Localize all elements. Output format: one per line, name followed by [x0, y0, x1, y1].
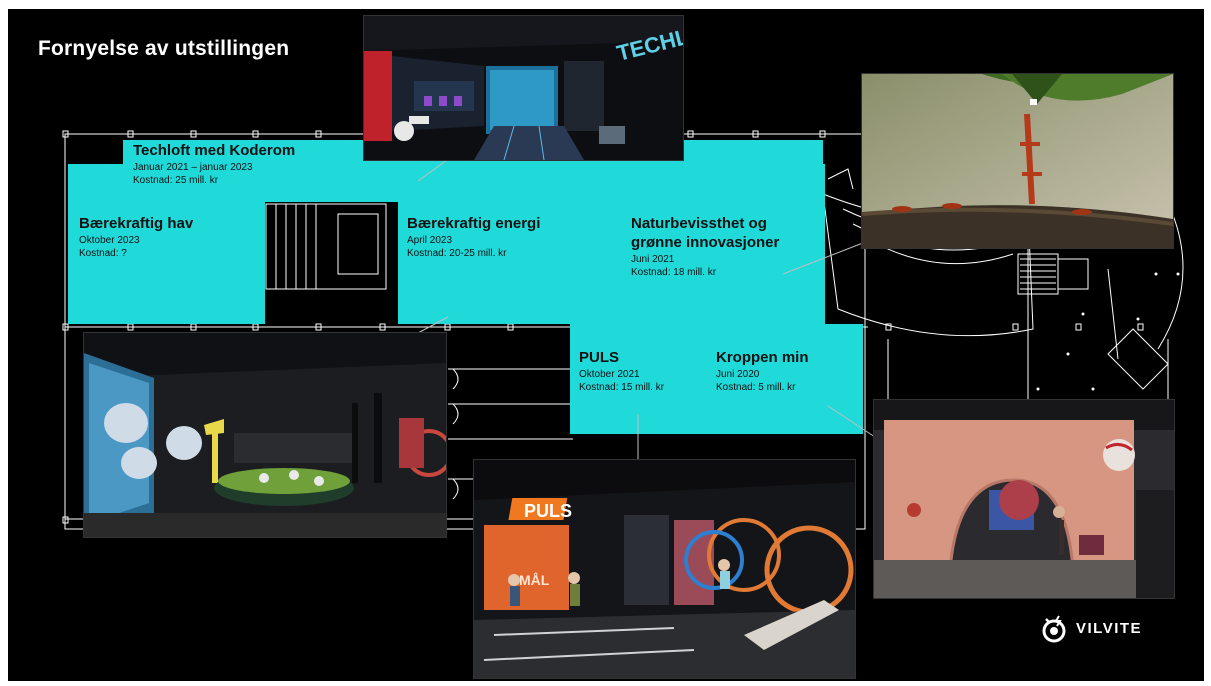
slide-title: Fornyelse av utstillingen	[38, 37, 290, 60]
photo-baerekraftig-hav	[83, 332, 447, 538]
vilvite-logo: VILVITE	[1040, 613, 1142, 643]
ants-photo	[862, 74, 1173, 248]
photo-puls: PULS MÅL	[473, 459, 856, 679]
vilvite-logo-icon	[1042, 615, 1066, 643]
vilvite-logo-text: VILVITE	[1076, 619, 1143, 637]
photo-kroppen-min	[873, 399, 1175, 599]
techloft-render: TECHLO	[364, 16, 683, 160]
puls-render: PULS MÅL	[474, 460, 855, 678]
hav-render	[84, 333, 446, 537]
puls-goal-sign: MÅL	[519, 572, 550, 588]
kroppen-photo	[874, 400, 1174, 598]
puls-sign: PULS	[524, 501, 572, 521]
photo-naturbevissthet	[861, 73, 1174, 249]
slide: Techloft med Koderom Januar 2021 – janua…	[8, 9, 1204, 681]
photo-techloft: TECHLO	[363, 15, 684, 161]
